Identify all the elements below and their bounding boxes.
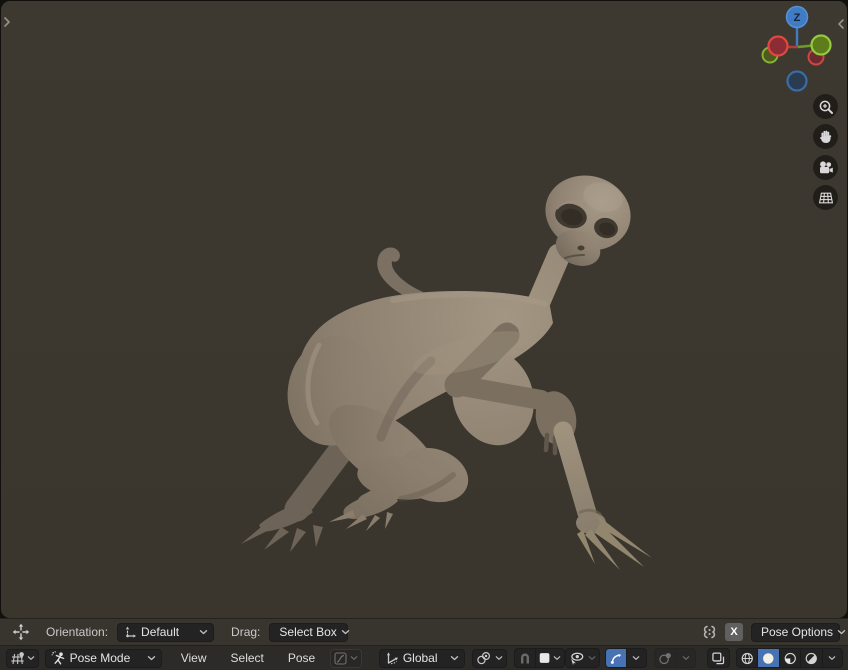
menu-pose[interactable]: Pose — [281, 648, 322, 668]
chevron-down-icon — [632, 654, 640, 662]
orientation-label: Orientation: — [46, 625, 109, 639]
mode-dropdown[interactable]: Pose Mode — [44, 648, 162, 668]
shading-material-button[interactable] — [778, 649, 801, 667]
gizmos-group — [604, 648, 647, 668]
gizmo-axis-y[interactable] — [810, 34, 832, 56]
show-gizmos-toggle[interactable] — [605, 649, 626, 667]
chevron-down-icon — [341, 628, 350, 636]
pan-button[interactable] — [813, 124, 838, 149]
proportional-falloff-dropdown[interactable] — [330, 648, 362, 668]
orientation-axes-icon — [123, 625, 137, 639]
model-far-leg — [241, 440, 352, 552]
editor-type-icon — [10, 651, 25, 666]
move-tool-icon — [12, 623, 30, 641]
zoom-button[interactable] — [813, 94, 838, 119]
overlays-group — [653, 648, 697, 668]
proportional-falloff-icon — [334, 651, 347, 665]
wireframe-shading-icon — [741, 652, 753, 664]
object-visibility-dropdown[interactable] — [566, 649, 598, 667]
orientation-dropdown[interactable]: Default — [117, 622, 215, 642]
shading-solid-button[interactable] — [757, 649, 779, 667]
chevron-down-icon — [588, 654, 596, 662]
xray-toggle-icon — [712, 651, 725, 664]
gizmo-toggle-icon — [610, 653, 621, 664]
mirror-x-icon — [701, 624, 718, 640]
chevron-down-icon — [682, 654, 690, 662]
pivot-point-icon — [476, 651, 491, 666]
pose-mode-icon — [51, 650, 66, 666]
overlays-icon — [659, 652, 671, 664]
pan-hand-icon — [819, 130, 831, 143]
shading-mode-group — [735, 648, 844, 668]
blender-window: Z Orientation: Default Drag: Select Box … — [0, 0, 848, 670]
material-shading-icon — [784, 652, 796, 664]
toolbar-expand-arrow[interactable] — [1, 13, 13, 31]
object-visibility-group — [565, 648, 600, 668]
camera-view-button[interactable] — [813, 155, 838, 180]
menu-view[interactable]: View — [174, 648, 214, 668]
gizmo-axis-x[interactable] — [767, 35, 789, 57]
zoom-icon — [819, 100, 833, 114]
show-overlays-toggle[interactable] — [655, 649, 675, 667]
snapping-group — [514, 648, 566, 668]
chevron-down-icon — [347, 654, 358, 662]
snap-magnet-icon — [521, 653, 530, 664]
drag-label: Drag: — [231, 625, 261, 639]
drag-dropdown[interactable]: Select Box — [269, 622, 350, 642]
chevron-down-icon — [25, 654, 35, 662]
3d-viewport[interactable]: Z — [1, 1, 847, 618]
drag-value: Select Box — [279, 625, 337, 639]
pivot-point-dropdown[interactable] — [471, 648, 508, 668]
pose-options-label: Pose Options — [761, 625, 834, 639]
tool-settings-bar: Orientation: Default Drag: Select Box X … — [0, 618, 848, 645]
shading-dropdown[interactable] — [821, 649, 842, 667]
model-near-arm — [553, 421, 652, 570]
global-orientation-icon — [385, 651, 399, 665]
xray-toggle[interactable] — [708, 649, 729, 667]
chevron-down-icon — [199, 628, 208, 636]
mode-value: Pose Mode — [69, 651, 131, 665]
visibility-eye-icon — [571, 652, 584, 665]
editor-type-button[interactable] — [6, 648, 39, 668]
chevron-down-icon — [837, 628, 846, 636]
pose-options-dropdown[interactable]: Pose Options — [751, 622, 846, 642]
transform-orientation-value: Global — [402, 651, 438, 665]
transform-orientation-dropdown[interactable]: Global — [378, 648, 465, 668]
rendered-shading-icon — [806, 652, 818, 664]
menu-select[interactable]: Select — [224, 648, 271, 668]
overlays-dropdown[interactable] — [675, 649, 695, 667]
snap-target-dropdown[interactable] — [535, 649, 564, 667]
mirror-x-toggle[interactable]: X — [725, 623, 743, 641]
shading-rendered-button[interactable] — [800, 649, 822, 667]
posed-character-model[interactable] — [1, 1, 847, 618]
chevron-down-icon — [147, 654, 156, 662]
navigation-gizmo[interactable]: Z — [753, 3, 845, 95]
shading-wireframe-button[interactable] — [737, 649, 758, 667]
snap-target-icon — [539, 653, 550, 663]
gizmo-axis-neg-z[interactable] — [786, 70, 808, 92]
orientation-value: Default — [141, 625, 180, 639]
xray-group — [707, 648, 730, 668]
chevron-down-icon — [491, 654, 504, 662]
sidebar-expand-arrow[interactable] — [835, 15, 847, 33]
solid-shading-icon — [763, 652, 774, 664]
viewport-header: Pose Mode View Select Pose Global — [0, 645, 848, 670]
collapse-arrow-left-icon — [838, 19, 844, 29]
gizmo-z-label: Z — [794, 12, 801, 24]
collapse-arrow-right-icon — [4, 17, 10, 27]
snap-toggle[interactable] — [515, 649, 535, 667]
chevron-down-icon — [553, 654, 561, 662]
orthographic-toggle-button[interactable] — [813, 185, 838, 210]
camera-view-icon — [819, 160, 833, 173]
orthographic-grid-icon — [818, 192, 833, 203]
chevron-down-icon — [828, 654, 836, 662]
chevron-down-icon — [450, 654, 459, 662]
gizmos-dropdown[interactable] — [625, 649, 646, 667]
